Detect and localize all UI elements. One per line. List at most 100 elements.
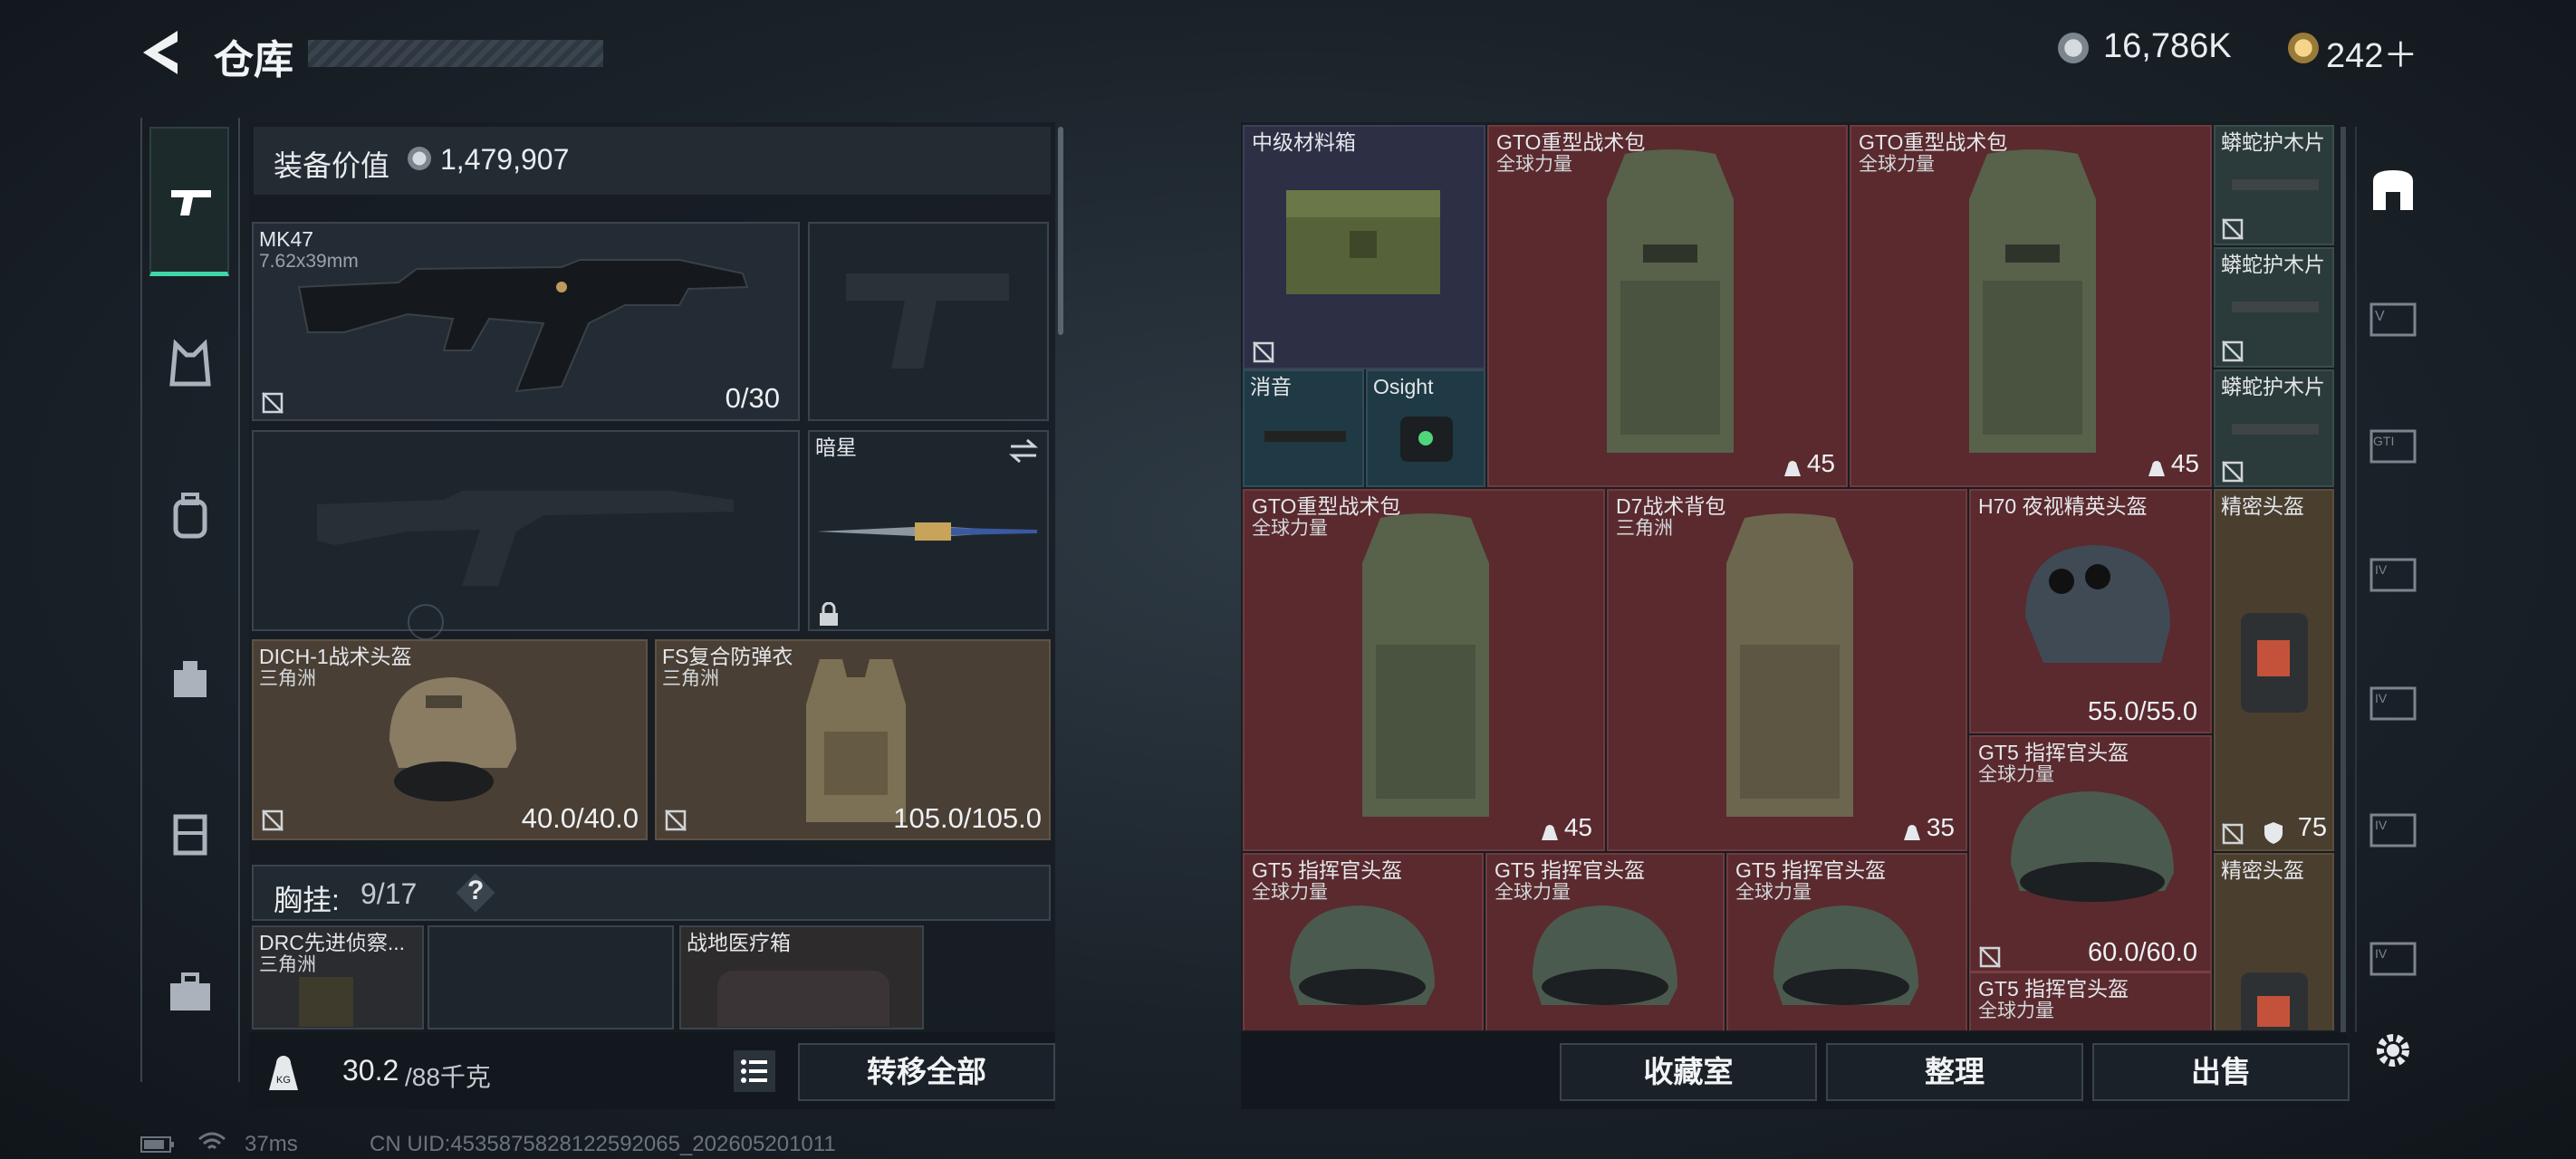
melee-slot[interactable]: 暗星 bbox=[808, 430, 1049, 631]
stash-item-suppressor[interactable]: 消音 bbox=[1243, 369, 1364, 487]
item-sub: 全球力量 bbox=[1859, 154, 1935, 175]
stash-tab-iv-3-icon[interactable]: IV bbox=[2366, 802, 2420, 857]
stash-item-handguard-1[interactable]: 蟒蛇护木片 bbox=[2214, 125, 2334, 245]
handguard-image bbox=[2232, 179, 2319, 190]
stash-scrollbar[interactable] bbox=[2341, 127, 2346, 1032]
stash-item-h70-helmet[interactable]: H70 夜视精英头盔 55.0/55.0 bbox=[1969, 489, 2212, 733]
armor-sub: 三角洲 bbox=[662, 668, 719, 689]
vest-icon[interactable] bbox=[163, 337, 217, 391]
item-sub: 全球力量 bbox=[1252, 518, 1328, 539]
rig-item-medkit[interactable]: 战地医疗箱 bbox=[679, 925, 924, 1030]
stash-item-gt5-helmet-2[interactable]: GT5 指挥官头盔 全球力量 bbox=[1243, 853, 1484, 1030]
sell-button[interactable]: 出售 bbox=[2092, 1043, 2350, 1101]
transfer-all-button[interactable]: 转移全部 bbox=[798, 1043, 1055, 1101]
item-name: 精密头盔 bbox=[2221, 494, 2304, 518]
stash-tab-iv-2-icon[interactable]: IV bbox=[2366, 675, 2420, 730]
insured-off-icon bbox=[2222, 823, 2244, 845]
stash-item-gt5-helmet-3[interactable]: GT5 指挥官头盔 全球力量 bbox=[1485, 853, 1725, 1030]
stash-item-gto-pack-1[interactable]: GTO重型战术包 全球力量 45 bbox=[1487, 125, 1848, 487]
stash-item-osight[interactable]: Osight bbox=[1366, 369, 1485, 487]
stash-main-icon[interactable] bbox=[2366, 163, 2420, 217]
insured-off-icon bbox=[262, 392, 284, 414]
stash-item-d7-pack[interactable]: D7战术背包 三角洲 35 bbox=[1607, 489, 1967, 851]
armor-slot[interactable]: FS复合防弹衣 三角洲 105.0/105.0 bbox=[655, 639, 1051, 840]
battery-icon bbox=[140, 1136, 174, 1153]
weight-value: 30.2 bbox=[342, 1054, 399, 1087]
back-arrow-icon[interactable] bbox=[138, 27, 192, 78]
capacity-icon bbox=[2148, 461, 2165, 476]
rig-item-image bbox=[299, 977, 353, 1027]
insured-off-icon bbox=[665, 809, 687, 831]
stash-item-gto-pack-3[interactable]: GTO重型战术包 全球力量 45 bbox=[1243, 489, 1605, 851]
currency-silver: 16,786K bbox=[2103, 27, 2232, 65]
stash-tab-gti-icon[interactable]: GTI bbox=[2366, 418, 2420, 473]
helmet-sub: 三角洲 bbox=[259, 668, 316, 689]
toolbox-icon[interactable] bbox=[163, 965, 217, 1020]
stash-item-precision-helmet-2[interactable]: 精密头盔 bbox=[2214, 853, 2334, 1030]
stash-item-handguard-2[interactable]: 蟒蛇护木片 bbox=[2214, 247, 2334, 368]
svg-text:V: V bbox=[2375, 309, 2385, 324]
settings-gear-icon[interactable] bbox=[2366, 1023, 2420, 1078]
stash-item-handguard-3[interactable]: 蟒蛇护木片 bbox=[2214, 369, 2334, 487]
stash-item-material-box[interactable]: 中级材料箱 bbox=[1243, 125, 1485, 369]
svg-text:KG: KG bbox=[276, 1075, 291, 1086]
stash-item-precision-helmet-1[interactable]: 精密头盔 75 bbox=[2214, 489, 2334, 851]
stash-tab-iv-4-icon[interactable]: IV bbox=[2366, 931, 2420, 985]
pistol-slot-empty[interactable] bbox=[808, 222, 1049, 421]
rig-item-name: 战地医疗箱 bbox=[687, 931, 791, 954]
handguard-image bbox=[2232, 424, 2319, 435]
backpack-icon[interactable] bbox=[163, 489, 217, 543]
bag-icon[interactable] bbox=[163, 650, 217, 704]
ping-text: 37ms bbox=[245, 1132, 298, 1156]
helmet-durability: 40.0/40.0 bbox=[521, 802, 639, 834]
currency-gold[interactable]: 242＋ bbox=[2326, 27, 2417, 77]
lock-icon bbox=[820, 602, 838, 626]
insured-off-icon bbox=[1979, 946, 2001, 968]
tactical-helmet-image bbox=[389, 677, 516, 801]
helmet-slot[interactable]: DICH-1战术头盔 三角洲 40.0/40.0 bbox=[252, 639, 648, 840]
secondary-weapon-slot-empty[interactable] bbox=[252, 430, 800, 640]
equipment-value: 1,479,907 bbox=[440, 143, 570, 176]
item-sub: 三角洲 bbox=[1616, 518, 1673, 539]
category-weapon-tab[interactable] bbox=[149, 127, 229, 276]
stash-item-gt5-helmet-5[interactable]: GT5 指挥官头盔 全球力量 bbox=[1969, 971, 2212, 1030]
stash-grid: 中级材料箱 GTO重型战术包 全球力量 45 GTO重型战术包 全球力量 45 … bbox=[1243, 125, 2334, 1030]
item-name: 蟒蛇护木片 bbox=[2221, 375, 2325, 398]
rig-item-empty[interactable] bbox=[428, 925, 674, 1030]
svg-text:GTI: GTI bbox=[2373, 434, 2394, 448]
stash-item-gt5-helmet-4[interactable]: GT5 指挥官头盔 全球力量 bbox=[1726, 853, 1967, 1030]
weight-max: /88千克 bbox=[405, 1063, 491, 1091]
case-icon[interactable] bbox=[163, 806, 217, 860]
rifle-silhouette-icon bbox=[317, 491, 734, 586]
capacity-icon bbox=[1784, 461, 1801, 476]
item-durability: 60.0/60.0 bbox=[2088, 938, 2197, 967]
help-icon[interactable]: ? bbox=[467, 876, 484, 906]
item-name: 蟒蛇护木片 bbox=[2221, 130, 2325, 154]
item-name: 精密头盔 bbox=[2221, 858, 2304, 882]
list-icon[interactable] bbox=[734, 1050, 775, 1092]
stash-item-gto-pack-2[interactable]: GTO重型战术包 全球力量 45 bbox=[1850, 125, 2212, 487]
armor-class-icon bbox=[2264, 822, 2283, 844]
chest-rig-header: 胸挂: 9/17 ? bbox=[252, 865, 1051, 921]
svg-text:IV: IV bbox=[2375, 946, 2388, 961]
svg-text:IV: IV bbox=[2375, 818, 2388, 832]
sort-button[interactable]: 整理 bbox=[1826, 1043, 2083, 1101]
insured-off-icon bbox=[1253, 341, 1274, 363]
ammo-crate-image bbox=[1286, 190, 1440, 294]
pistol-silhouette-icon bbox=[846, 273, 1009, 369]
medkit-image bbox=[717, 971, 889, 1027]
item-count: 45 bbox=[1806, 449, 1835, 477]
loadout-scrollbar[interactable] bbox=[1058, 127, 1063, 335]
item-name: GT5 指挥官头盔 bbox=[1978, 741, 2129, 764]
gt5-helmet-image bbox=[2011, 791, 2174, 902]
stash-tab-iv-1-icon[interactable]: IV bbox=[2366, 547, 2420, 601]
rig-item-scout[interactable]: DRC先进侦察... 三角洲 bbox=[252, 925, 424, 1030]
swap-icon[interactable] bbox=[1007, 437, 1040, 465]
item-name: GT5 指挥官头盔 bbox=[1252, 858, 1403, 882]
item-name: H70 夜视精英头盔 bbox=[1978, 494, 2148, 518]
handguard-image bbox=[2232, 302, 2319, 312]
gt5-helmet-image bbox=[1290, 905, 1435, 1005]
stash-tab-v-icon[interactable]: V bbox=[2366, 292, 2420, 346]
primary-weapon-slot[interactable]: MK47 7.62x39mm 0/30 bbox=[252, 222, 800, 421]
collection-room-button[interactable]: 收藏室 bbox=[1560, 1043, 1817, 1101]
